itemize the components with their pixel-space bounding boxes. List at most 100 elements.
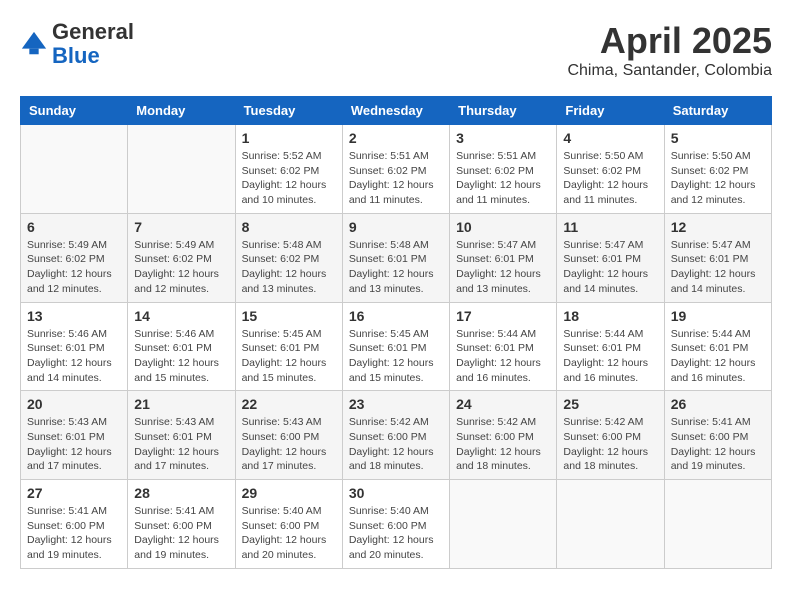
day-number: 23: [349, 396, 443, 412]
day-info: Sunrise: 5:46 AMSunset: 6:01 PMDaylight:…: [27, 327, 121, 386]
day-info: Sunrise: 5:44 AMSunset: 6:01 PMDaylight:…: [563, 327, 657, 386]
calendar-cell: 3 Sunrise: 5:51 AMSunset: 6:02 PMDaylight…: [450, 125, 557, 214]
day-number: 1: [242, 130, 336, 146]
calendar-cell: 23 Sunrise: 5:42 AMSunset: 6:00 PMDayligh…: [342, 391, 449, 480]
day-info: Sunrise: 5:44 AMSunset: 6:01 PMDaylight:…: [456, 327, 550, 386]
calendar-cell: 11 Sunrise: 5:47 AMSunset: 6:01 PMDayligh…: [557, 213, 664, 302]
calendar-cell: 14 Sunrise: 5:46 AMSunset: 6:01 PMDayligh…: [128, 302, 235, 391]
weekday-header: Tuesday: [235, 97, 342, 125]
calendar-cell: 17 Sunrise: 5:44 AMSunset: 6:01 PMDayligh…: [450, 302, 557, 391]
calendar-cell: 7Sunrise: 5:49 AMSunset: 6:02 PMDaylight…: [128, 213, 235, 302]
weekday-header: Monday: [128, 97, 235, 125]
weekday-header-row: SundayMondayTuesdayWednesdayThursdayFrid…: [21, 97, 772, 125]
weekday-header: Saturday: [664, 97, 771, 125]
day-info: Sunrise: 5:45 AMSunset: 6:01 PMDaylight:…: [349, 327, 443, 386]
calendar-week-row: 20 Sunrise: 5:43 AMSunset: 6:01 PMDayligh…: [21, 391, 772, 480]
day-info: Sunrise: 5:41 AMSunset: 6:00 PMDaylight:…: [27, 504, 121, 563]
calendar-cell: 24 Sunrise: 5:42 AMSunset: 6:00 PMDayligh…: [450, 391, 557, 480]
day-info: Sunrise: 5:46 AMSunset: 6:01 PMDaylight:…: [134, 327, 228, 386]
day-number: 22: [242, 396, 336, 412]
day-number: 8: [242, 219, 336, 235]
calendar-week-row: 1 Sunrise: 5:52 AMSunset: 6:02 PMDaylight…: [21, 125, 772, 214]
day-info: Sunrise: 5:52 AMSunset: 6:02 PMDaylight:…: [242, 149, 336, 208]
calendar-cell: 10 Sunrise: 5:47 AMSunset: 6:01 PMDayligh…: [450, 213, 557, 302]
day-info: Sunrise: 5:42 AMSunset: 6:00 PMDaylight:…: [456, 415, 550, 474]
calendar-cell: 8 Sunrise: 5:48 AMSunset: 6:02 PMDaylight…: [235, 213, 342, 302]
day-number: 2: [349, 130, 443, 146]
calendar-cell: 27Sunrise: 5:41 AMSunset: 6:00 PMDayligh…: [21, 480, 128, 569]
day-info: Sunrise: 5:43 AMSunset: 6:01 PMDaylight:…: [134, 415, 228, 474]
day-info: Sunrise: 5:50 AMSunset: 6:02 PMDaylight:…: [563, 149, 657, 208]
day-info: Sunrise: 5:43 AMSunset: 6:00 PMDaylight:…: [242, 415, 336, 474]
day-number: 9: [349, 219, 443, 235]
calendar-cell: 22 Sunrise: 5:43 AMSunset: 6:00 PMDayligh…: [235, 391, 342, 480]
day-number: 12: [671, 219, 765, 235]
day-info: Sunrise: 5:42 AMSunset: 6:00 PMDaylight:…: [349, 415, 443, 474]
weekday-header: Sunday: [21, 97, 128, 125]
day-info: Sunrise: 5:49 AMSunset: 6:02 PMDaylight:…: [27, 238, 121, 297]
day-info: Sunrise: 5:47 AMSunset: 6:01 PMDaylight:…: [671, 238, 765, 297]
day-number: 26: [671, 396, 765, 412]
day-info: Sunrise: 5:41 AMSunset: 6:00 PMDaylight:…: [134, 504, 228, 563]
day-info: Sunrise: 5:42 AMSunset: 6:00 PMDaylight:…: [563, 415, 657, 474]
logo-general: General: [52, 19, 134, 44]
logo-text: General Blue: [52, 20, 134, 68]
logo: General Blue: [20, 20, 134, 68]
day-info: Sunrise: 5:51 AMSunset: 6:02 PMDaylight:…: [349, 149, 443, 208]
day-info: Sunrise: 5:45 AMSunset: 6:01 PMDaylight:…: [242, 327, 336, 386]
day-number: 30: [349, 485, 443, 501]
calendar-cell: 29Sunrise: 5:40 AMSunset: 6:00 PMDayligh…: [235, 480, 342, 569]
day-number: 28: [134, 485, 228, 501]
day-info: Sunrise: 5:48 AMSunset: 6:02 PMDaylight:…: [242, 238, 336, 297]
calendar-cell: [21, 125, 128, 214]
calendar-cell: 25 Sunrise: 5:42 AMSunset: 6:00 PMDayligh…: [557, 391, 664, 480]
title-block: April 2025 Chima, Santander, Colombia: [567, 20, 772, 80]
calendar-cell: 30 Sunrise: 5:40 AMSunset: 6:00 PMDayligh…: [342, 480, 449, 569]
location: Chima, Santander, Colombia: [567, 62, 772, 80]
day-number: 5: [671, 130, 765, 146]
day-number: 14: [134, 308, 228, 324]
calendar-cell: 21 Sunrise: 5:43 AMSunset: 6:01 PMDayligh…: [128, 391, 235, 480]
day-number: 24: [456, 396, 550, 412]
day-info: Sunrise: 5:47 AMSunset: 6:01 PMDaylight:…: [563, 238, 657, 297]
day-number: 21: [134, 396, 228, 412]
calendar-cell: [664, 480, 771, 569]
day-info: Sunrise: 5:48 AMSunset: 6:01 PMDaylight:…: [349, 238, 443, 297]
calendar-cell: [128, 125, 235, 214]
calendar-cell: 4Sunrise: 5:50 AMSunset: 6:02 PMDaylight…: [557, 125, 664, 214]
day-info: Sunrise: 5:47 AMSunset: 6:01 PMDaylight:…: [456, 238, 550, 297]
day-number: 17: [456, 308, 550, 324]
calendar-cell: 15 Sunrise: 5:45 AMSunset: 6:01 PMDayligh…: [235, 302, 342, 391]
day-number: 3: [456, 130, 550, 146]
weekday-header: Thursday: [450, 97, 557, 125]
page-header: General Blue April 2025 Chima, Santander…: [20, 20, 772, 80]
calendar-week-row: 27Sunrise: 5:41 AMSunset: 6:00 PMDayligh…: [21, 480, 772, 569]
calendar-cell: 28 Sunrise: 5:41 AMSunset: 6:00 PMDayligh…: [128, 480, 235, 569]
calendar-cell: 2 Sunrise: 5:51 AMSunset: 6:02 PMDaylight…: [342, 125, 449, 214]
calendar-cell: 9 Sunrise: 5:48 AMSunset: 6:01 PMDaylight…: [342, 213, 449, 302]
day-info: Sunrise: 5:51 AMSunset: 6:02 PMDaylight:…: [456, 149, 550, 208]
day-number: 25: [563, 396, 657, 412]
day-number: 16: [349, 308, 443, 324]
calendar-cell: 13Sunrise: 5:46 AMSunset: 6:01 PMDayligh…: [21, 302, 128, 391]
calendar-cell: 16 Sunrise: 5:45 AMSunset: 6:01 PMDayligh…: [342, 302, 449, 391]
day-info: Sunrise: 5:44 AMSunset: 6:01 PMDaylight:…: [671, 327, 765, 386]
day-info: Sunrise: 5:41 AMSunset: 6:00 PMDaylight:…: [671, 415, 765, 474]
calendar-cell: 18Sunrise: 5:44 AMSunset: 6:01 PMDayligh…: [557, 302, 664, 391]
calendar-cell: 12 Sunrise: 5:47 AMSunset: 6:01 PMDayligh…: [664, 213, 771, 302]
day-number: 15: [242, 308, 336, 324]
day-number: 7: [134, 219, 228, 235]
day-number: 20: [27, 396, 121, 412]
day-number: 10: [456, 219, 550, 235]
calendar-cell: 26 Sunrise: 5:41 AMSunset: 6:00 PMDayligh…: [664, 391, 771, 480]
day-number: 29: [242, 485, 336, 501]
day-info: Sunrise: 5:50 AMSunset: 6:02 PMDaylight:…: [671, 149, 765, 208]
weekday-header: Wednesday: [342, 97, 449, 125]
calendar-cell: [450, 480, 557, 569]
day-number: 6: [27, 219, 121, 235]
day-number: 11: [563, 219, 657, 235]
calendar-cell: 20 Sunrise: 5:43 AMSunset: 6:01 PMDayligh…: [21, 391, 128, 480]
day-info: Sunrise: 5:40 AMSunset: 6:00 PMDaylight:…: [349, 504, 443, 563]
calendar-cell: 5 Sunrise: 5:50 AMSunset: 6:02 PMDaylight…: [664, 125, 771, 214]
day-info: Sunrise: 5:43 AMSunset: 6:01 PMDaylight:…: [27, 415, 121, 474]
